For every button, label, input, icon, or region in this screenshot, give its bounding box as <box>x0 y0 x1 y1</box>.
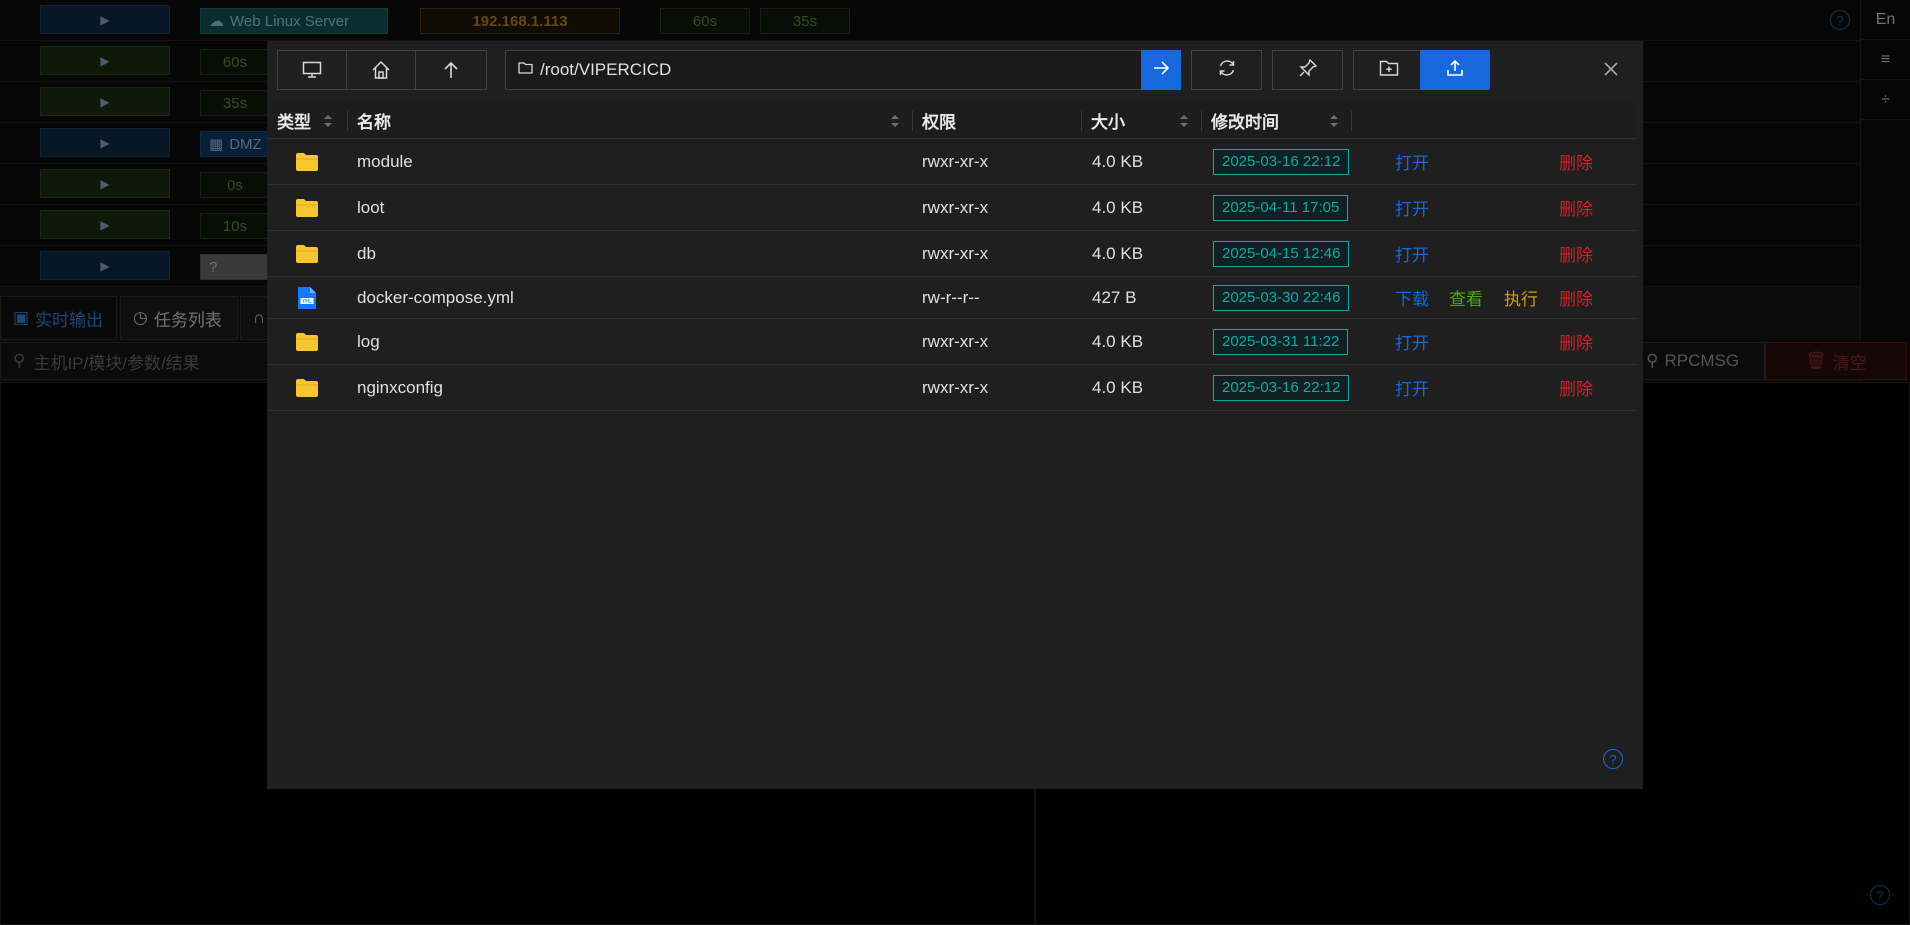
table-row[interactable]: nginxconfig rwxr-xr-x 4.0 KB 2025-03-16 … <box>267 365 1637 411</box>
folder-open-icon <box>518 60 534 80</box>
refresh-icon <box>1217 58 1237 83</box>
table-row[interactable]: log rwxr-xr-x 4.0 KB 2025-03-31 11:22 打开… <box>267 319 1637 365</box>
file-name[interactable]: module <box>357 139 413 184</box>
folder-icon <box>295 139 319 184</box>
sort-icon[interactable] <box>1179 114 1189 128</box>
file-size: 4.0 KB <box>1092 331 1144 351</box>
nav-button-group <box>277 50 487 90</box>
delete-button[interactable]: 删除 <box>1559 365 1593 410</box>
file-size: 4.0 KB <box>1092 377 1144 397</box>
download-button[interactable]: 下载 <box>1395 277 1429 318</box>
open-button[interactable]: 打开 <box>1395 185 1429 230</box>
modified-time: 2025-03-30 22:46 <box>1213 277 1350 318</box>
help-icon[interactable]: ? <box>1603 749 1623 769</box>
close-icon <box>1603 61 1619 82</box>
pin-icon <box>1298 58 1318 83</box>
file-permission: rwxr-xr-x <box>922 377 989 397</box>
column-header-type[interactable]: 类型 <box>267 102 347 139</box>
column-header-permission[interactable]: 权限 <box>912 102 1077 139</box>
refresh-button[interactable] <box>1191 50 1262 90</box>
modified-time: 2025-04-11 17:05 <box>1213 185 1349 230</box>
sort-icon[interactable] <box>1329 114 1339 128</box>
file-name[interactable]: docker-compose.yml <box>357 277 514 318</box>
table-row[interactable]: module rwxr-xr-x 4.0 KB 2025-03-16 22:12… <box>267 139 1637 185</box>
column-header-size[interactable]: 大小 <box>1081 102 1191 139</box>
upload-icon <box>1445 58 1465 83</box>
table-row[interactable]: YML docker-compose.yml rw-r--r-- 427 B 2… <box>267 277 1637 319</box>
new-folder-button[interactable] <box>1353 50 1424 90</box>
file-permission: rwxr-xr-x <box>922 151 989 171</box>
folder-icon <box>295 319 319 364</box>
delete-button[interactable]: 删除 <box>1559 277 1593 318</box>
file-name[interactable]: log <box>357 319 380 364</box>
execute-button[interactable]: 执行 <box>1504 277 1538 318</box>
file-name[interactable]: loot <box>357 185 384 230</box>
file-name[interactable]: db <box>357 231 376 276</box>
file-table-header: 类型 名称 权限 大小 修改时间 <box>267 102 1637 139</box>
home-icon[interactable] <box>347 51 416 89</box>
file-toolbar: /root/VIPERCICD <box>277 50 1577 90</box>
upload-button[interactable] <box>1420 50 1490 90</box>
delete-button[interactable]: 删除 <box>1559 139 1593 184</box>
column-header-name[interactable]: 名称 <box>347 102 907 139</box>
close-button[interactable] <box>1599 59 1623 83</box>
delete-button[interactable]: 删除 <box>1559 319 1593 364</box>
file-permission: rwxr-xr-x <box>922 331 989 351</box>
table-row[interactable]: loot rwxr-xr-x 4.0 KB 2025-04-11 17:05 打… <box>267 185 1637 231</box>
svg-text:YML: YML <box>301 299 312 305</box>
delete-button[interactable]: 删除 <box>1559 185 1593 230</box>
file-permission: rwxr-xr-x <box>922 243 989 263</box>
modified-time: 2025-04-15 12:46 <box>1213 231 1350 276</box>
file-size: 4.0 KB <box>1092 243 1144 263</box>
file-permission: rw-r--r-- <box>922 287 980 307</box>
folder-icon <box>295 365 319 410</box>
file-size: 4.0 KB <box>1092 151 1144 171</box>
modified-time: 2025-03-31 11:22 <box>1213 319 1349 364</box>
sort-icon[interactable] <box>323 114 333 128</box>
column-header-modified[interactable]: 修改时间 <box>1201 102 1341 139</box>
path-input[interactable]: /root/VIPERCICD <box>505 50 1141 90</box>
open-button[interactable]: 打开 <box>1395 139 1429 184</box>
folder-icon <box>295 231 319 276</box>
desktop-icon[interactable] <box>278 51 347 89</box>
arrow-up-icon[interactable] <box>416 51 485 89</box>
modified-time: 2025-03-16 22:12 <box>1213 139 1350 184</box>
app-root: ▶ ☁ Web Linux Server 192.168.1.113 60s 3… <box>0 0 1910 925</box>
file-name[interactable]: nginxconfig <box>357 365 443 410</box>
pin-button[interactable] <box>1272 50 1343 90</box>
open-button[interactable]: 打开 <box>1395 319 1429 364</box>
open-button[interactable]: 打开 <box>1395 365 1429 410</box>
modified-time: 2025-03-16 22:12 <box>1213 365 1350 410</box>
table-row[interactable]: db rwxr-xr-x 4.0 KB 2025-04-15 12:46 打开 … <box>267 231 1637 277</box>
view-button[interactable]: 查看 <box>1449 277 1483 318</box>
file-size: 4.0 KB <box>1092 197 1144 217</box>
open-button[interactable]: 打开 <box>1395 231 1429 276</box>
folder-icon <box>295 185 319 230</box>
file-permission: rwxr-xr-x <box>922 197 989 217</box>
file-browser-modal: /root/VIPERCICD 类型 名称 权限 大小 修改时间 module … <box>267 41 1643 789</box>
file-size: 427 B <box>1092 287 1137 307</box>
yml-file-icon: YML <box>297 277 317 318</box>
delete-button[interactable]: 删除 <box>1559 231 1593 276</box>
arrow-right-icon <box>1152 60 1170 81</box>
folder-add-icon <box>1379 59 1399 82</box>
go-button[interactable] <box>1141 50 1181 90</box>
sort-icon[interactable] <box>890 114 900 128</box>
